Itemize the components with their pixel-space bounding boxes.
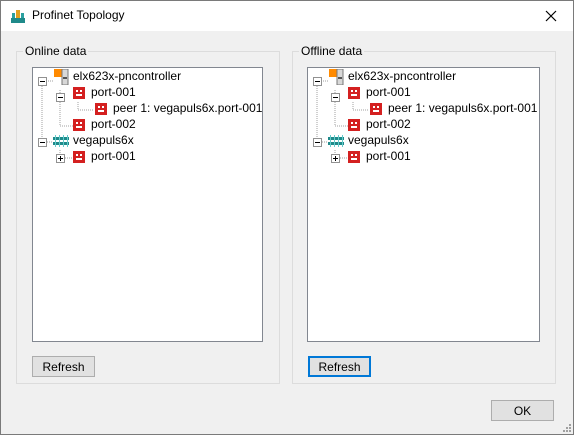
collapse-device-toggle[interactable] (38, 138, 47, 147)
close-icon (545, 10, 557, 22)
online-refresh-button[interactable]: Refresh (32, 356, 95, 377)
offline-data-group: Offline data elx623x-pncontroller port-0… (292, 44, 556, 384)
online-data-label: Online data (23, 44, 89, 58)
port2-node-label[interactable]: port-002 (91, 117, 136, 131)
offline-data-label: Offline data (299, 44, 365, 58)
device-port-node-label[interactable]: port-001 (91, 149, 136, 163)
ok-button[interactable]: OK (491, 400, 554, 421)
peer-node-label[interactable]: peer 1: vegapuls6x.port-001 (113, 101, 262, 115)
peer-port-icon (95, 103, 107, 115)
resize-grip-icon[interactable] (561, 422, 571, 432)
expand-device-port-toggle[interactable] (56, 154, 65, 163)
port-icon (73, 119, 85, 131)
port-icon (73, 87, 85, 99)
controller-node-label[interactable]: elx623x-pncontroller (73, 69, 181, 83)
offline-tree[interactable]: elx623x-pncontroller port-001 peer 1: ve… (307, 67, 540, 342)
expand-device-port-toggle[interactable] (331, 154, 340, 163)
collapse-controller-toggle[interactable] (38, 77, 47, 86)
collapse-controller-toggle[interactable] (313, 77, 322, 86)
online-data-group: Online data elx623x-pncontroller port-00… (16, 44, 280, 384)
port-icon (348, 151, 360, 163)
port1-node-label[interactable]: port-001 (91, 85, 136, 99)
port1-node-label[interactable]: port-001 (366, 85, 411, 99)
device-icon (53, 135, 69, 147)
device-icon (328, 135, 344, 147)
device-node-label[interactable]: vegapuls6x (73, 133, 134, 147)
offline-refresh-button[interactable]: Refresh (308, 356, 371, 377)
device-port-node-label[interactable]: port-001 (366, 149, 411, 163)
port-icon (348, 119, 360, 131)
peer-node-label[interactable]: peer 1: vegapuls6x.port-001 (388, 101, 537, 115)
controller-icon (329, 69, 344, 85)
port2-node-label[interactable]: port-002 (366, 117, 411, 131)
online-tree[interactable]: elx623x-pncontroller port-001 peer 1: ve… (32, 67, 263, 342)
controller-icon (54, 69, 69, 85)
topology-app-icon (11, 10, 25, 23)
close-button[interactable] (529, 1, 573, 31)
controller-node-label[interactable]: elx623x-pncontroller (348, 69, 456, 83)
title-bar: Profinet Topology (1, 1, 573, 31)
collapse-port1-toggle[interactable] (56, 93, 65, 102)
window-title: Profinet Topology (32, 8, 125, 22)
device-node-label[interactable]: vegapuls6x (348, 133, 409, 147)
collapse-device-toggle[interactable] (313, 138, 322, 147)
profinet-topology-dialog: Profinet Topology Online data elx623x-pn… (0, 0, 574, 435)
collapse-port1-toggle[interactable] (331, 93, 340, 102)
port-icon (73, 151, 85, 163)
peer-port-icon (370, 103, 382, 115)
port-icon (348, 87, 360, 99)
